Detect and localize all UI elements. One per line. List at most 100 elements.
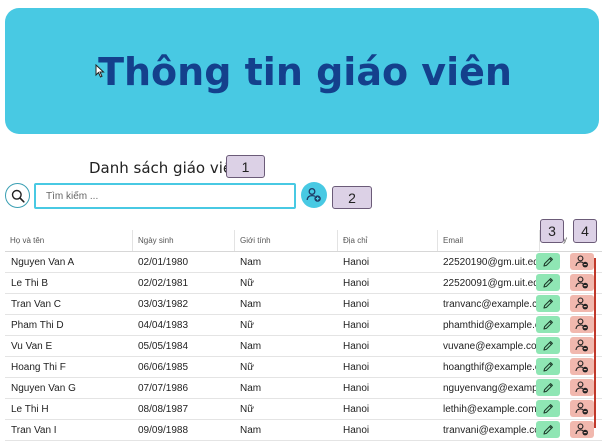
annotation-badge-4: 4: [573, 219, 597, 243]
delete-button[interactable]: [570, 400, 594, 417]
cell-email: 22520190@gm.uit.edu: [443, 256, 539, 268]
remove-user-icon: [575, 402, 588, 415]
column-header-address[interactable]: Địa chỉ: [337, 230, 437, 251]
cell-name: Le Thi B: [11, 277, 49, 289]
pencil-icon: [543, 277, 553, 288]
cell-address: Hanoi: [343, 361, 370, 373]
list-title: Danh sách giáo viên: [89, 159, 242, 177]
edit-button[interactable]: [536, 337, 560, 354]
cell-gender: Nam: [240, 382, 262, 394]
edit-button[interactable]: [536, 421, 560, 438]
pencil-icon: [543, 319, 553, 330]
cell-name: Tran Van I: [11, 424, 57, 436]
delete-button[interactable]: [570, 421, 594, 438]
column-header-name[interactable]: Họ và tên: [5, 230, 132, 251]
table-row[interactable]: Tran Van I 09/09/1988 Nam Hanoi tranvani@exa…: [5, 420, 602, 441]
delete-button[interactable]: [570, 379, 594, 396]
remove-user-icon: [575, 339, 588, 352]
cell-address: Hanoi: [343, 277, 370, 289]
delete-button[interactable]: [570, 358, 594, 375]
delete-button[interactable]: [570, 253, 594, 270]
pencil-icon: [543, 424, 553, 435]
table-row[interactable]: Le Thi H 08/08/1987 Nữ Hanoi lethih@example.…: [5, 399, 602, 420]
pencil-icon: [543, 403, 553, 414]
cell-address: Hanoi: [343, 298, 370, 310]
cell-email: nguyenvang@example: [443, 382, 539, 394]
table-row[interactable]: Tran Van C 03/03/1982 Nam Hanoi tranvanc@exa…: [5, 294, 602, 315]
edit-button[interactable]: [536, 379, 560, 396]
annotation-badge-3: 3: [540, 219, 564, 243]
delete-button[interactable]: [570, 337, 594, 354]
table-row[interactable]: Pham Thi D 04/04/1983 Nữ Hanoi phamthid@exam…: [5, 315, 602, 336]
cell-email: phamthid@example.co: [443, 319, 539, 331]
cell-name: Pham Thi D: [11, 319, 64, 331]
cell-name: Le Thi H: [11, 403, 49, 415]
remove-user-icon: [575, 360, 588, 373]
cell-dob: 03/03/1982: [138, 298, 189, 310]
cell-address: Hanoi: [343, 319, 370, 331]
cell-gender: Nam: [240, 424, 262, 436]
column-header-dob[interactable]: Ngày sinh: [132, 230, 234, 251]
cell-name: Tran Van C: [11, 298, 62, 310]
edit-button[interactable]: [536, 316, 560, 333]
pencil-icon: [543, 340, 553, 351]
cell-name: Nguyen Van A: [11, 256, 75, 268]
cell-dob: 02/02/1981: [138, 277, 189, 289]
remove-user-icon: [575, 276, 588, 289]
cell-address: Hanoi: [343, 382, 370, 394]
cell-address: Hanoi: [343, 256, 370, 268]
delete-button[interactable]: [570, 316, 594, 333]
remove-user-icon: [575, 423, 588, 436]
cell-dob: 07/07/1986: [138, 382, 189, 394]
cell-email: tranvani@example.com: [443, 424, 539, 436]
table-row[interactable]: Nguyen Van A 02/01/1980 Nam Hanoi 22520190@g…: [5, 252, 602, 273]
table-row[interactable]: Vu Van E 05/05/1984 Nam Hanoi vuvane@example…: [5, 336, 602, 357]
search-icon: [11, 189, 25, 203]
pencil-icon: [543, 382, 553, 393]
cell-dob: 02/01/1980: [138, 256, 189, 268]
delete-button[interactable]: [570, 295, 594, 312]
search-input[interactable]: [34, 183, 296, 209]
cell-dob: 09/09/1988: [138, 424, 189, 436]
table-header: Họ và tên Ngày sinh Giới tính Địa chỉ Em…: [5, 230, 602, 252]
cell-email: 22520091@gm.uit.edu: [443, 277, 539, 289]
cell-gender: Nữ: [240, 361, 254, 373]
cell-address: Hanoi: [343, 340, 370, 352]
cell-name: Hoang Thi F: [11, 361, 66, 373]
table-body: Nguyen Van A 02/01/1980 Nam Hanoi 22520190@g…: [5, 252, 602, 441]
edit-button[interactable]: [536, 253, 560, 270]
cell-email: hoangthif@example.co: [443, 361, 539, 373]
edit-button[interactable]: [536, 358, 560, 375]
remove-user-icon: [575, 255, 588, 268]
edit-button[interactable]: [536, 274, 560, 291]
delete-button[interactable]: [570, 274, 594, 291]
mouse-cursor-icon: [95, 64, 105, 78]
page-title: Thông tin giáo viên: [98, 50, 512, 94]
search-button[interactable]: [5, 183, 30, 208]
cell-email: vuvane@example.com: [443, 340, 539, 352]
annotation-badge-2: 2: [332, 186, 372, 209]
column-header-gender[interactable]: Giới tính: [234, 230, 337, 251]
table-row[interactable]: Le Thi B 02/02/1981 Nữ Hanoi 22520091@gm.uit…: [5, 273, 602, 294]
cell-gender: Nữ: [240, 277, 254, 289]
edit-button[interactable]: [536, 295, 560, 312]
table-row[interactable]: Hoang Thi F 06/06/1985 Nữ Hanoi hoangthif@ex…: [5, 357, 602, 378]
cell-dob: 06/06/1985: [138, 361, 189, 373]
add-user-icon: [306, 188, 321, 202]
remove-user-icon: [575, 297, 588, 310]
cell-email: tranvanc@example.co: [443, 298, 539, 310]
edit-button[interactable]: [536, 400, 560, 417]
cell-address: Hanoi: [343, 403, 370, 415]
add-teacher-button[interactable]: [301, 182, 327, 208]
pencil-icon: [543, 298, 553, 309]
cell-dob: 05/05/1984: [138, 340, 189, 352]
table-row[interactable]: Nguyen Van G 07/07/1986 Nam Hanoi nguyenvang…: [5, 378, 602, 399]
cell-dob: 08/08/1987: [138, 403, 189, 415]
cell-name: Nguyen Van G: [11, 382, 76, 394]
cell-dob: 04/04/1983: [138, 319, 189, 331]
remove-user-icon: [575, 318, 588, 331]
pencil-icon: [543, 256, 553, 267]
cell-email: lethih@example.com: [443, 403, 537, 415]
teacher-table: Họ và tên Ngày sinh Giới tính Địa chỉ Em…: [5, 230, 602, 441]
column-header-email[interactable]: Email: [437, 230, 539, 251]
